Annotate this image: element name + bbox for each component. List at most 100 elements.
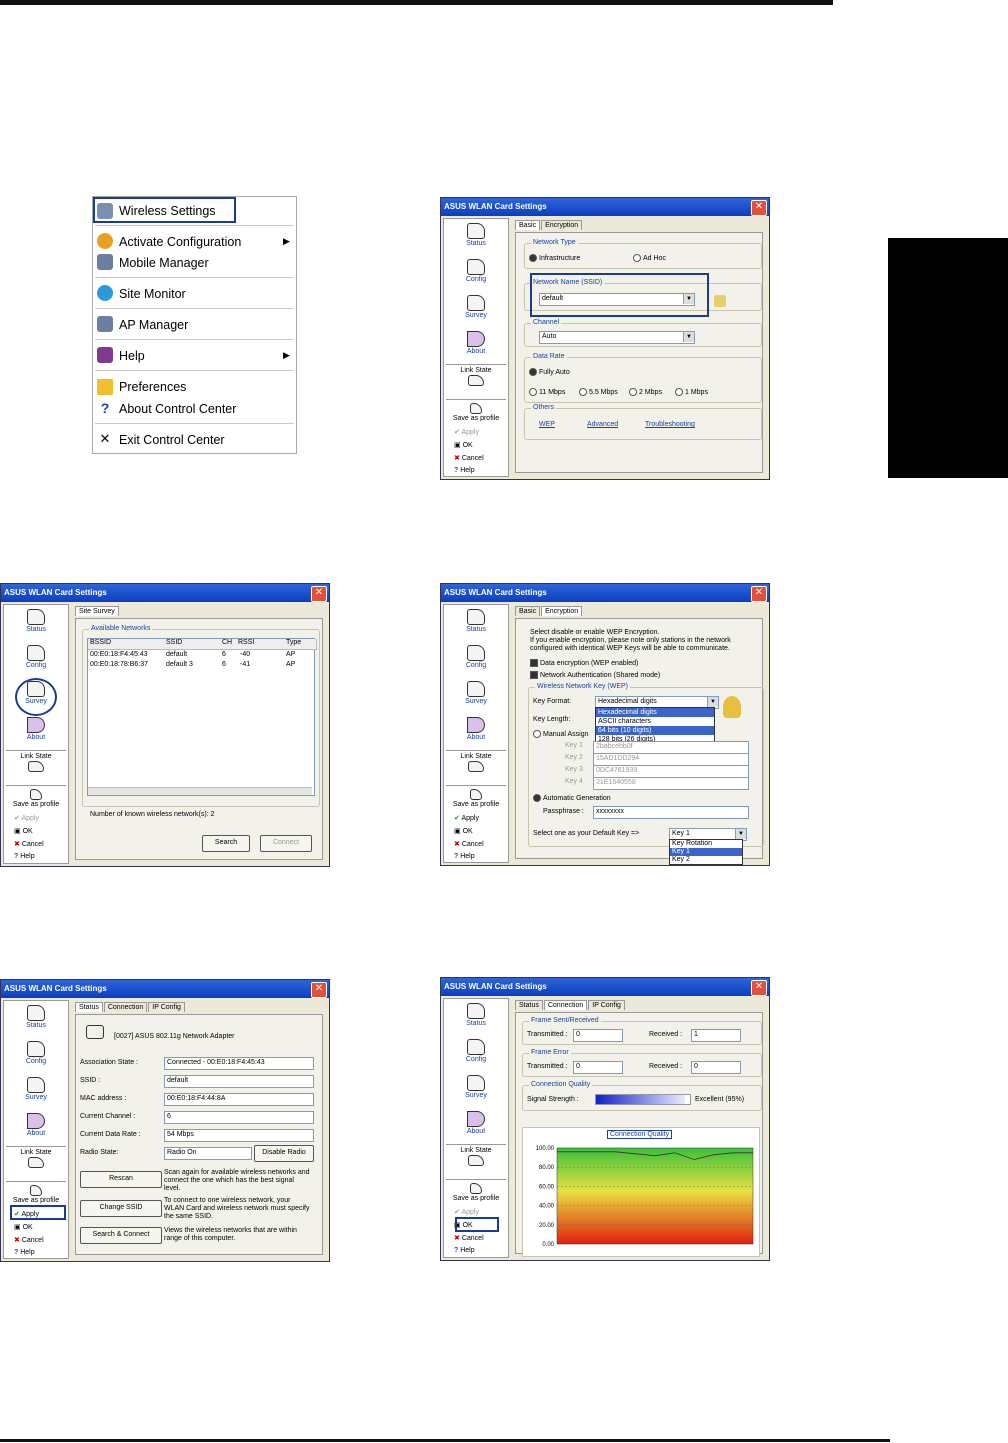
menu-item-help[interactable]: Help (119, 347, 145, 365)
cancel-button[interactable]: ✖ Cancel (14, 1236, 44, 1244)
rate-1-radio[interactable]: 1 Mbps (675, 388, 708, 396)
help-button[interactable]: ? Help (14, 1249, 35, 1256)
dropdown-option[interactable]: Hexadecimal digits (596, 708, 714, 717)
advanced-link[interactable]: Advanced (587, 421, 618, 428)
nav-about[interactable]: About (4, 1113, 68, 1137)
tab-status[interactable]: Status (515, 1000, 543, 1010)
rate-5-5-radio[interactable]: 5.5 Mbps (579, 388, 618, 396)
save-profile-button[interactable]: Save as profile (444, 1183, 508, 1202)
menu-item-about[interactable]: About Control Center (119, 400, 236, 418)
close-icon[interactable]: ✕ (311, 586, 327, 602)
auto-generation-radio[interactable]: Automatic Generation (533, 794, 611, 802)
ok-button[interactable]: ▣ OK (454, 441, 473, 449)
menu-item-preferences[interactable]: Preferences (119, 378, 186, 396)
horizontal-scrollbar[interactable] (88, 787, 312, 795)
nav-survey[interactable]: Survey (4, 1077, 68, 1101)
nav-status[interactable]: Status (444, 223, 508, 247)
adhoc-radio[interactable]: Ad Hoc (633, 254, 666, 262)
nav-about[interactable]: About (444, 1111, 508, 1135)
passphrase-input[interactable]: xxxxxxxx (593, 806, 749, 819)
apply-button[interactable]: ✔ Apply (14, 814, 39, 822)
cancel-button[interactable]: ✖ Cancel (454, 454, 484, 462)
save-profile-button[interactable]: Save as profile (444, 789, 508, 808)
menu-item-exit[interactable]: Exit Control Center (119, 431, 225, 449)
nav-status[interactable]: Status (444, 1003, 508, 1027)
nav-config[interactable]: Config (4, 1041, 68, 1065)
dropdown-option[interactable]: Key 1 (670, 848, 742, 856)
col-ssid[interactable]: SSID (164, 639, 223, 650)
table-row[interactable]: 00:E0:18:78:B6:37 (90, 661, 148, 668)
tab-connection[interactable]: Connection (103, 1002, 148, 1012)
infrastructure-radio[interactable]: Infrastructure (529, 254, 580, 262)
dropdown-option[interactable]: Key Rotation (670, 840, 742, 848)
help-button[interactable]: ? Help (454, 467, 475, 474)
tab-ip-config[interactable]: IP Config (588, 1000, 625, 1010)
table-row[interactable]: 00:E0:18:F4:45:43 (90, 651, 148, 658)
tab-ip-config[interactable]: IP Config (148, 1002, 185, 1012)
nav-config[interactable]: Config (4, 645, 68, 669)
apply-button[interactable]: ✔ Apply (454, 814, 479, 822)
connect-button[interactable]: Connect (260, 835, 312, 852)
ssid-edit-icon[interactable] (714, 295, 726, 307)
menu-item-activate-configuration[interactable]: Activate Configuration (119, 233, 241, 251)
col-rssi[interactable]: RSSI (236, 639, 287, 650)
nav-status[interactable]: Status (4, 609, 68, 633)
key4-field[interactable]: 21E1640558 (593, 777, 749, 790)
dropdown-option[interactable]: Key 2 (670, 856, 742, 864)
tab-basic[interactable]: Basic (515, 606, 541, 616)
change-ssid-button[interactable]: Change SSID (80, 1200, 162, 1217)
ok-button[interactable]: ▣ OK (14, 1223, 33, 1231)
dropdown-option[interactable]: ASCII characters (596, 717, 714, 726)
help-button[interactable]: ? Help (454, 1247, 475, 1254)
menu-item-mobile-manager[interactable]: Mobile Manager (119, 254, 209, 272)
apply-button[interactable]: ✔ Apply (454, 1208, 479, 1216)
close-icon[interactable]: ✕ (311, 982, 327, 998)
tab-encryption[interactable]: Encryption (541, 606, 583, 616)
menu-item-ap-manager[interactable]: AP Manager (119, 316, 188, 334)
save-profile-button[interactable]: Save as profile (444, 403, 508, 422)
save-profile-button[interactable]: Save as profile (4, 1185, 68, 1204)
help-button[interactable]: ? Help (454, 853, 475, 860)
channel-combobox[interactable]: Auto ▼ (539, 331, 695, 344)
wep-link[interactable]: WEP (539, 421, 555, 428)
nav-config[interactable]: Config (444, 645, 508, 669)
search-button[interactable]: Search (202, 835, 250, 852)
close-icon[interactable]: ✕ (751, 586, 767, 602)
save-profile-button[interactable]: Save as profile (4, 789, 68, 808)
col-type[interactable]: Type (284, 639, 317, 650)
nav-survey[interactable]: Survey (444, 295, 508, 319)
close-icon[interactable]: ✕ (751, 980, 767, 996)
nav-status[interactable]: Status (444, 609, 508, 633)
tab-status[interactable]: Status (75, 1002, 103, 1012)
close-icon[interactable]: ✕ (751, 200, 767, 216)
col-bssid[interactable]: BSSID (88, 639, 167, 650)
cancel-button[interactable]: ✖ Cancel (454, 840, 484, 848)
help-button[interactable]: ? Help (14, 853, 35, 860)
nav-about[interactable]: About (444, 717, 508, 741)
fully-auto-radio[interactable]: Fully Auto (529, 368, 570, 376)
menu-item-site-monitor[interactable]: Site Monitor (119, 285, 186, 303)
cancel-button[interactable]: ✖ Cancel (454, 1234, 484, 1242)
rescan-button[interactable]: Rescan (80, 1171, 162, 1188)
dropdown-option[interactable]: 64 bits (10 digits) (596, 726, 714, 735)
nav-config[interactable]: Config (444, 259, 508, 283)
cancel-button[interactable]: ✖ Cancel (14, 840, 44, 848)
nav-config[interactable]: Config (444, 1039, 508, 1063)
rate-11-radio[interactable]: 11 Mbps (529, 388, 565, 396)
manual-assign-radio[interactable]: Manual Assign (533, 730, 589, 738)
tab-site-survey[interactable]: Site Survey (75, 606, 119, 616)
apply-button[interactable]: ✔ Apply (454, 428, 479, 436)
tab-basic[interactable]: Basic (515, 220, 541, 230)
tab-connection[interactable]: Connection (543, 1000, 588, 1010)
disable-radio-button[interactable]: Disable Radio (254, 1145, 314, 1162)
nav-status[interactable]: Status (4, 1005, 68, 1029)
troubleshooting-link[interactable]: Troubleshooting (645, 421, 695, 428)
nav-survey[interactable]: Survey (444, 1075, 508, 1099)
tab-encryption[interactable]: Encryption (541, 220, 583, 230)
nav-about[interactable]: About (444, 331, 508, 355)
ok-button[interactable]: ▣ OK (14, 827, 33, 835)
rate-2-radio[interactable]: 2 Mbps (629, 388, 662, 396)
nav-about[interactable]: About (4, 717, 68, 741)
shared-auth-checkbox[interactable]: Network Authentication (Shared mode) (530, 671, 660, 679)
ok-button[interactable]: ▣ OK (454, 827, 473, 835)
